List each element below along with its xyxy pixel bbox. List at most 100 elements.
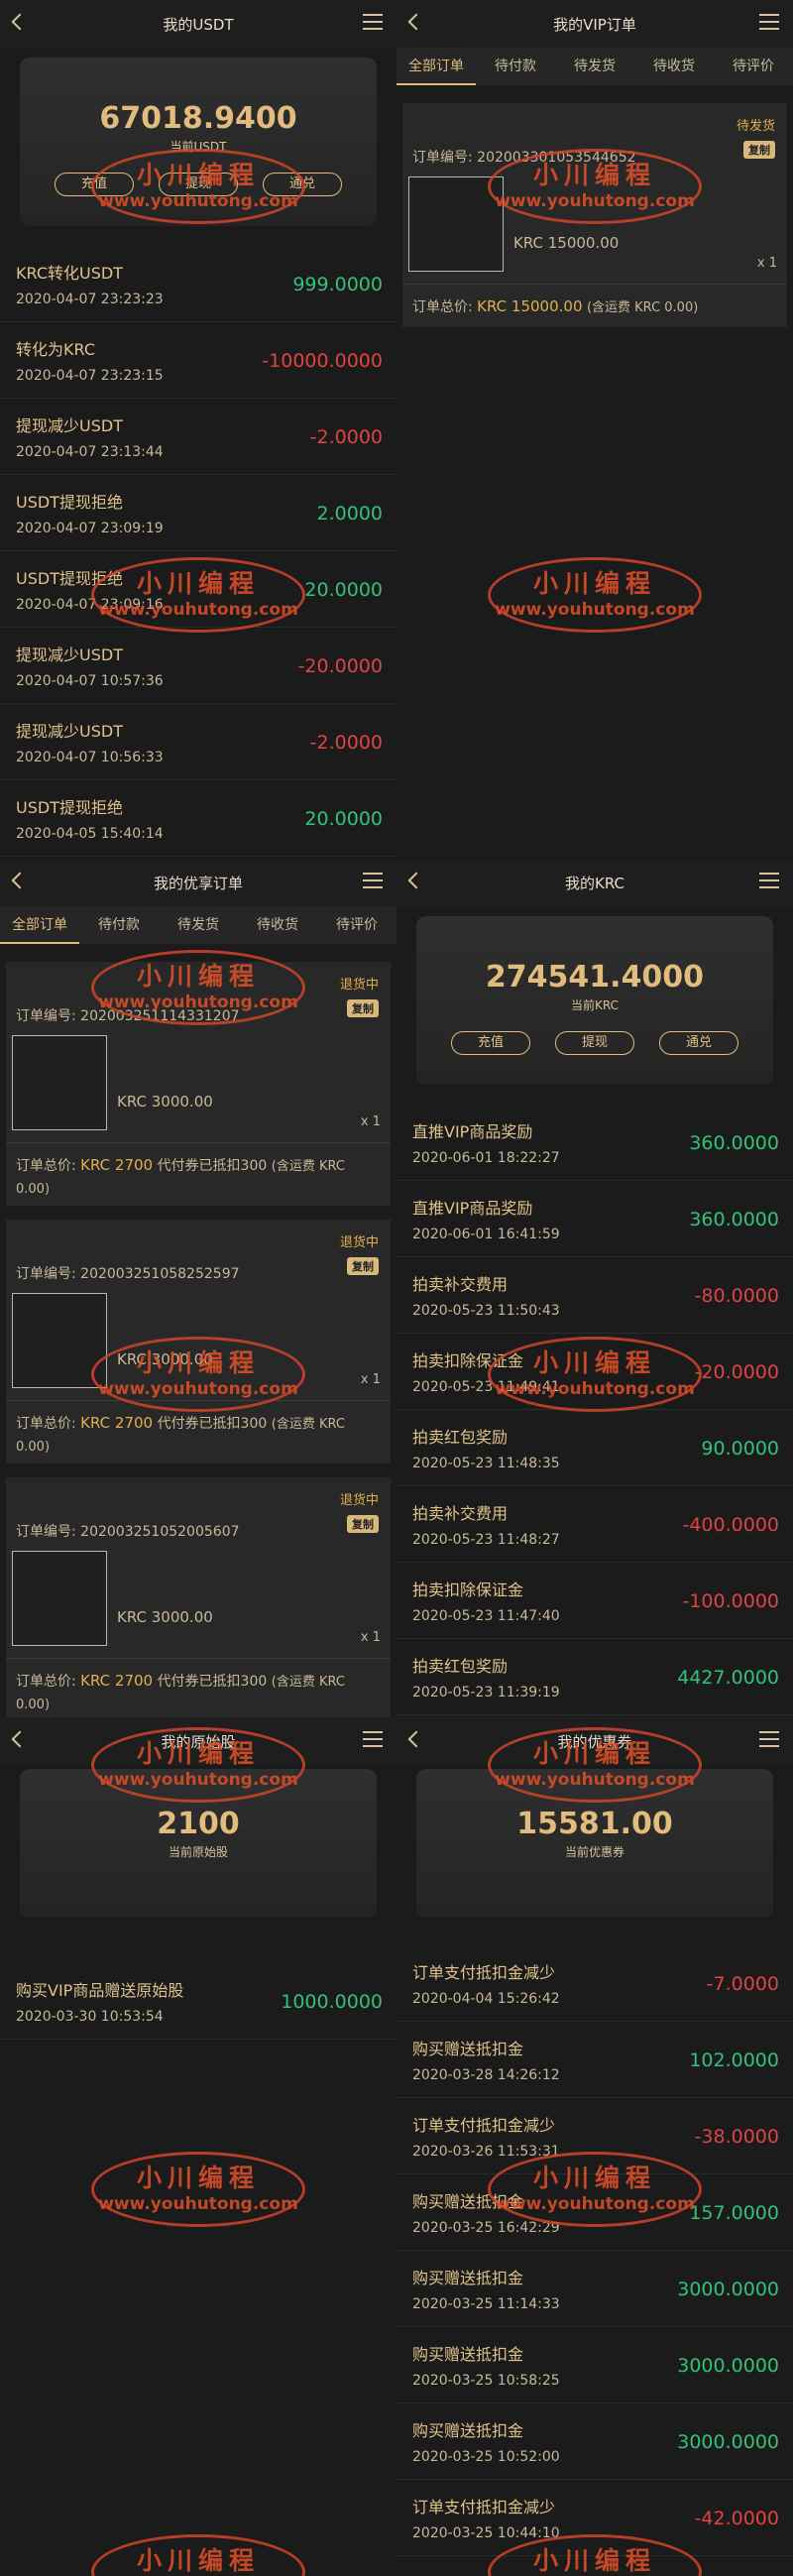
exchange-button[interactable]: 通兑 [263, 173, 342, 196]
menu-icon[interactable] [759, 1731, 779, 1747]
header: 我的KRC [396, 859, 793, 906]
balance-label: 当前优惠券 [564, 1845, 624, 1859]
product-qty: x 1 [360, 1630, 381, 1645]
record-amount: 2.0000 [316, 503, 383, 525]
record-list: KRC转化USDT 2020-04-07 23:23:23 999.0000 转化为K… [0, 246, 396, 857]
balance-label: 当前USDT [170, 140, 227, 154]
balance-card: 15581.00 当前优惠券 [416, 1769, 773, 1918]
menu-icon[interactable] [363, 873, 383, 888]
header: 我的原始股 [0, 1717, 396, 1765]
record-row: 购买赠送抵扣金 2020-03-25 16:42:29 157.0000 [396, 2174, 793, 2251]
product-qty: x 1 [756, 256, 777, 271]
order-total: 订单总价: KRC 2700 代付券已抵扣300 (含运费 KRC 0.00) [16, 1672, 345, 1712]
product-price: KRC 3000.00 [117, 1350, 213, 1368]
product-image[interactable] [12, 1293, 107, 1388]
order-number: 订单编号: 202003301053544652 [412, 150, 636, 166]
record-row: 购买赠送抵扣金 2020-03-25 10:52:00 3000.0000 [396, 2403, 793, 2480]
page-title: 我的USDT [163, 16, 234, 34]
record-amount: 4427.0000 [677, 1667, 779, 1689]
copy-button[interactable]: 复制 [347, 999, 379, 1017]
tab-all[interactable]: 全部订单 [0, 906, 79, 944]
order-status: 待发货 [736, 119, 775, 134]
product-image[interactable] [12, 1551, 107, 1646]
record-row: 拍卖补交费用 2020-05-23 11:50:43 -80.0000 [396, 1257, 793, 1334]
recharge-button[interactable]: 充值 [451, 1031, 530, 1055]
record-amount: -10000.0000 [262, 350, 383, 372]
record-amount: 20.0000 [304, 808, 383, 830]
product-qty: x 1 [360, 1372, 381, 1387]
tab-to-review[interactable]: 待评价 [714, 48, 793, 85]
header: 我的VIP订单 [396, 0, 793, 48]
order-total: 订单总价: KRC 15000.00 (含运费 KRC 0.00) [412, 297, 699, 315]
record-row: 购买VIP商品赠送原始股 2020-03-30 10:53:54 1000.0000 [0, 1963, 396, 2040]
menu-icon[interactable] [759, 873, 779, 888]
order-number: 订单编号: 202003251114331207 [16, 1008, 240, 1024]
record-row: 拍卖红包奖励 2020-05-23 11:39:19 4427.0000 [396, 1639, 793, 1715]
order-total: 订单总价: KRC 2700 代付券已抵扣300 (含运费 KRC 0.00) [16, 1414, 345, 1455]
record-amount: -80.0000 [694, 1285, 779, 1307]
product-image[interactable] [12, 1035, 107, 1130]
balance-value: 2100 [157, 1807, 240, 1841]
record-row: 提现减少USDT 2020-04-07 10:57:36 -20.0000 [0, 628, 396, 704]
tab-unpaid[interactable]: 待付款 [476, 48, 555, 85]
withdraw-button[interactable]: 提现 [555, 1031, 634, 1055]
record-amount: 360.0000 [689, 1132, 779, 1154]
copy-button[interactable]: 复制 [743, 141, 775, 159]
page-title: 我的VIP订单 [553, 16, 636, 34]
record-amount: 90.0000 [701, 1438, 779, 1460]
menu-icon[interactable] [363, 1731, 383, 1747]
product-price: KRC 3000.00 [117, 1093, 213, 1111]
menu-icon[interactable] [759, 14, 779, 30]
record-row: 提现减少USDT 2020-04-07 23:13:44 -2.0000 [0, 399, 396, 475]
tab-to-receive[interactable]: 待收货 [238, 906, 317, 944]
tab-to-ship[interactable]: 待发货 [555, 48, 634, 85]
action-buttons: 充值 提现 通兑 [20, 173, 377, 196]
tab-to-ship[interactable]: 待发货 [159, 906, 238, 944]
tab-all[interactable]: 全部订单 [396, 48, 476, 85]
header: 我的USDT [0, 0, 396, 48]
order-tabs: 全部订单 待付款 待发货 待收货 待评价 [0, 906, 396, 944]
balance-label: 当前原始股 [168, 1845, 228, 1859]
balance-card: 67018.9400 当前USDT 充值 提现 通兑 [20, 58, 377, 226]
tab-to-review[interactable]: 待评价 [317, 906, 396, 944]
record-row: 订单支付抵扣金减少 2020-03-26 11:53:31 -38.0000 [396, 2098, 793, 2174]
copy-button[interactable]: 复制 [347, 1257, 379, 1275]
recharge-button[interactable]: 充值 [55, 173, 134, 196]
divider [6, 1658, 391, 1659]
page-title: 我的KRC [565, 875, 624, 892]
krc-panel: 我的KRC 274541.4000 当前KRC 充值 提现 通兑 直推VIP商品… [396, 859, 793, 1717]
record-row: 直推VIP商品奖励 2020-06-01 16:41:59 360.0000 [396, 1181, 793, 1257]
product-qty: x 1 [360, 1114, 381, 1129]
product-price: KRC 3000.00 [117, 1608, 213, 1626]
record-amount: 360.0000 [689, 1209, 779, 1230]
action-buttons: 充值 提现 通兑 [416, 1031, 773, 1055]
record-row: KRC转化USDT 2020-04-07 23:23:23 999.0000 [0, 246, 396, 322]
record-amount: -20.0000 [297, 655, 383, 677]
record-row: 购买赠送抵扣金 2020-03-28 14:26:12 102.0000 [396, 2022, 793, 2098]
copy-button[interactable]: 复制 [347, 1515, 379, 1533]
withdraw-button[interactable]: 提现 [159, 173, 238, 196]
order-status: 退货中 [339, 978, 379, 993]
record-row: USDT提现拒绝 2020-04-07 23:09:16 20.0000 [0, 551, 396, 628]
record-row: 购买赠送抵扣金 2020-03-25 11:14:33 3000.0000 [396, 2251, 793, 2327]
record-row: 拍卖扣除保证金 2020-05-23 11:49:41 -20.0000 [396, 1334, 793, 1410]
order-card[interactable]: 退货中 复制 订单编号: 202003251052005607 KRC 3000.00… [6, 1477, 391, 1717]
record-amount: 1000.0000 [281, 1991, 383, 2013]
record-row: 直推VIP商品奖励 2020-06-01 18:22:27 360.0000 [396, 1105, 793, 1181]
exchange-button[interactable]: 通兑 [659, 1031, 738, 1055]
order-card[interactable]: 待发货 复制 订单编号: 202003301053544652 KRC 1500… [402, 103, 787, 327]
divider [6, 1142, 391, 1143]
tab-to-receive[interactable]: 待收货 [634, 48, 714, 85]
order-card[interactable]: 退货中复制订单编号: 202003251114331207 KRC 3000.00… [6, 962, 391, 1206]
tab-unpaid[interactable]: 待付款 [79, 906, 159, 944]
order-status: 退货中 [339, 1493, 379, 1508]
order-card[interactable]: 退货中 复制 订单编号: 202003251058252597 KRC 3000.00… [6, 1220, 391, 1464]
balance-value: 274541.4000 [485, 960, 705, 995]
product-image[interactable] [408, 176, 504, 272]
record-amount: -2.0000 [309, 426, 383, 448]
record-amount: -42.0000 [694, 2508, 779, 2529]
record-row: 提现减少USDT 2020-04-07 10:56:33 -2.0000 [0, 704, 396, 780]
record-row: 订单支付抵扣金减少 2020-04-04 15:26:42 -7.0000 [396, 1945, 793, 2022]
order-status: 退货中 [339, 1235, 379, 1250]
menu-icon[interactable] [363, 14, 383, 30]
